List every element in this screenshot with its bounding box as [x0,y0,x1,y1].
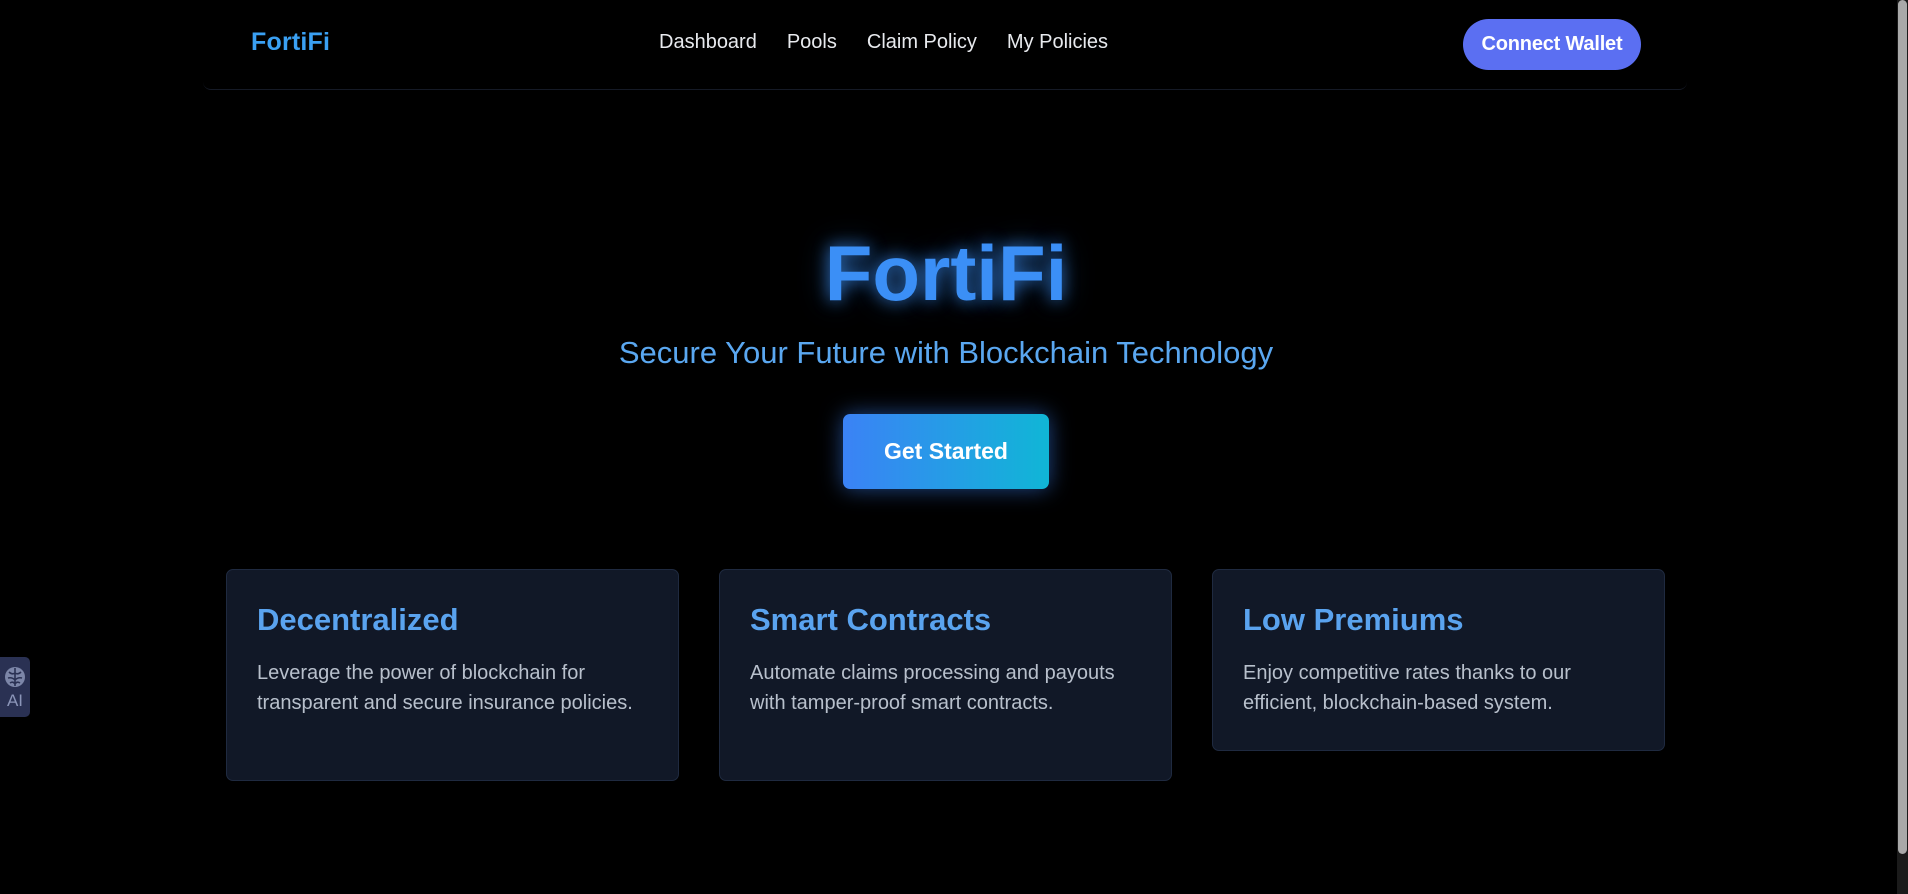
brain-icon [5,667,25,687]
nav-link-dashboard[interactable]: Dashboard [659,31,757,54]
navbar: FortiFi Dashboard Pools Claim Policy My … [203,0,1687,90]
feature-card-smart-contracts: Smart Contracts Automate claims processi… [719,569,1172,781]
nav-links: Dashboard Pools Claim Policy My Policies [659,31,1108,54]
brand-logo[interactable]: FortiFi [251,28,330,57]
nav-link-my-policies[interactable]: My Policies [1007,31,1108,54]
feature-card-title: Smart Contracts [750,602,992,637]
feature-card-low-premiums: Low Premiums Enjoy competitive rates tha… [1212,569,1665,751]
feature-card-decentralized: Decentralized Leverage the power of bloc… [226,569,679,781]
ai-label: AI [6,691,24,710]
scrollbar[interactable] [1897,0,1908,894]
ai-assistant-widget[interactable]: AI [0,657,30,717]
page: FortiFi Dashboard Pools Claim Policy My … [0,0,1908,894]
connect-wallet-button[interactable]: Connect Wallet [1463,19,1641,70]
get-started-button[interactable]: Get Started [843,414,1049,489]
feature-card-title: Decentralized [257,602,459,637]
feature-card-description: Automate claims processing and payouts w… [750,662,1115,714]
nav-link-pools[interactable]: Pools [787,31,837,54]
feature-card-title: Low Premiums [1243,602,1464,637]
feature-card-description: Leverage the power of blockchain for tra… [257,662,633,714]
hero-subtitle: Secure Your Future with Blockchain Techn… [618,335,1274,370]
nav-link-claim-policy[interactable]: Claim Policy [867,31,977,54]
hero-title: FortiFi [824,229,1068,317]
feature-card-description: Enjoy competitive rates thanks to our ef… [1243,662,1571,714]
scrollbar-thumb[interactable] [1898,0,1907,854]
